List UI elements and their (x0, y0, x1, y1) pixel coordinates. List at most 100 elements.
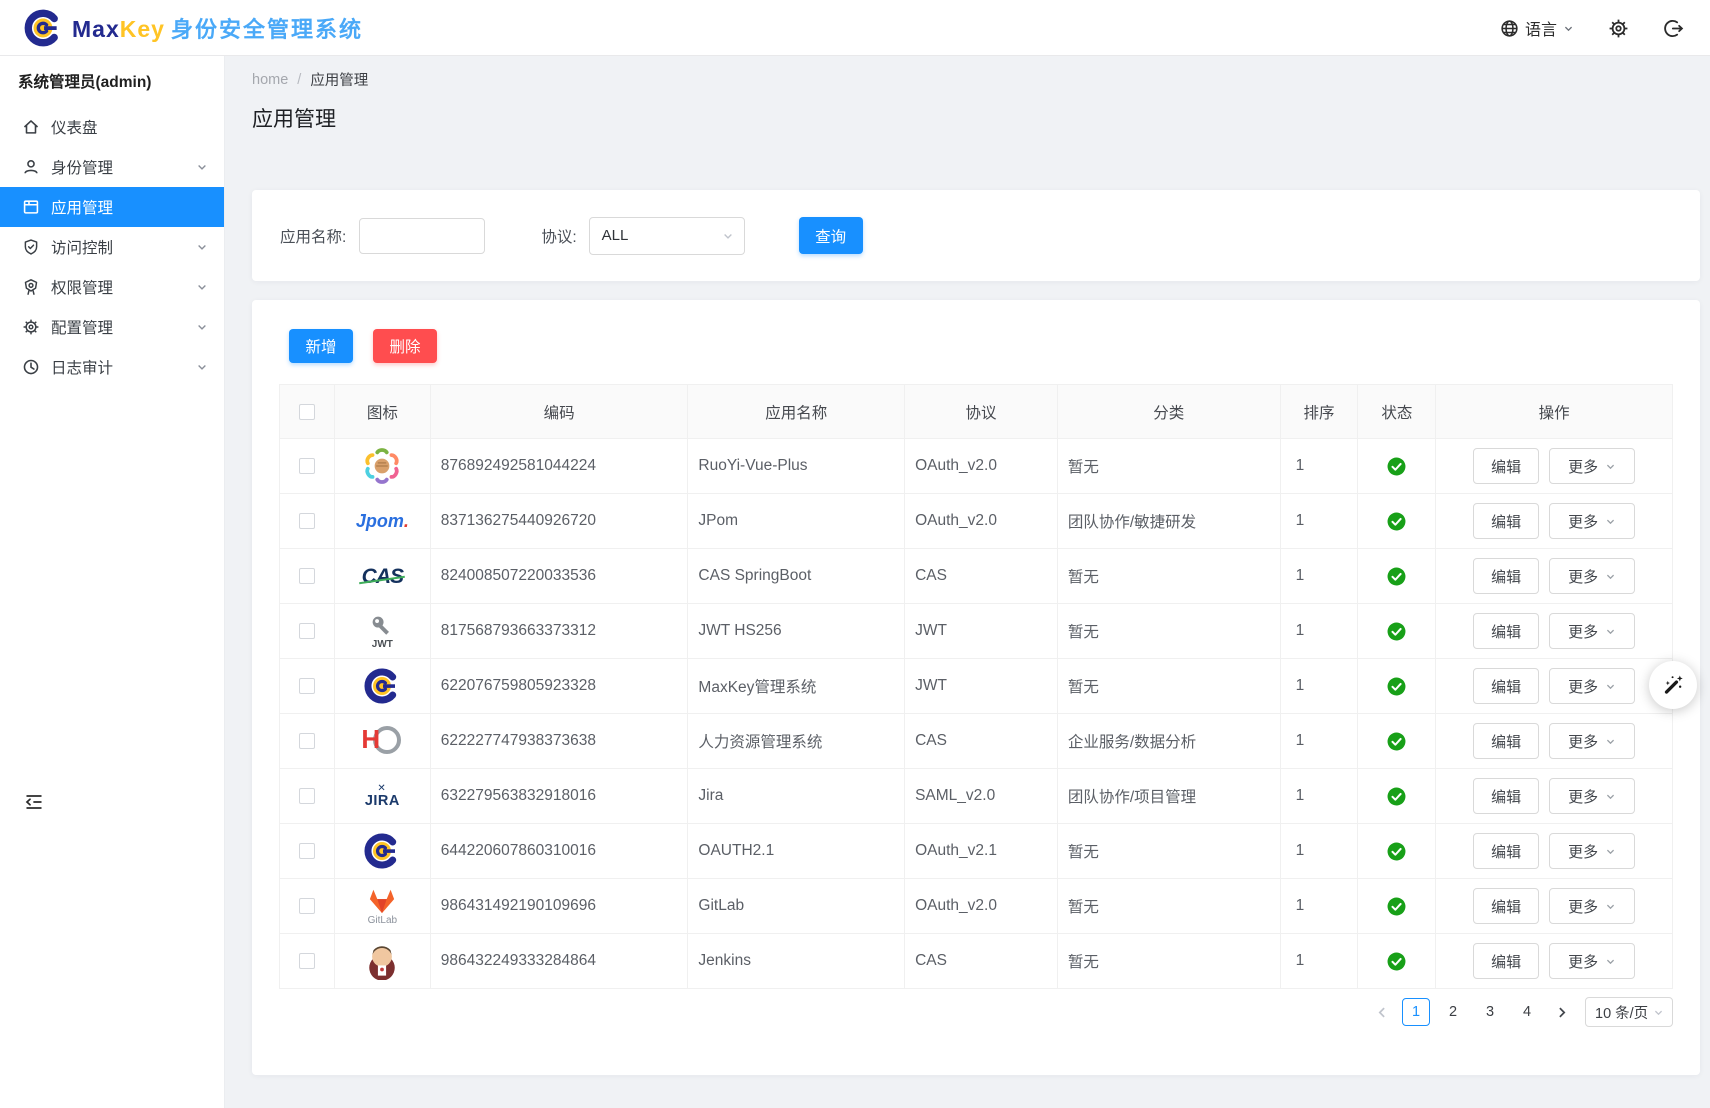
col-header-sort: 排序 (1281, 385, 1359, 438)
col-header-action: 操作 (1436, 385, 1672, 438)
app-name: JPom (688, 494, 905, 548)
page-button-2[interactable]: 2 (1439, 998, 1467, 1026)
edit-button[interactable]: 编辑 (1473, 888, 1539, 924)
chevron-down-icon (196, 361, 208, 373)
edit-button[interactable]: 编辑 (1473, 448, 1539, 484)
row-checkbox[interactable] (299, 623, 315, 639)
row-checkbox[interactable] (299, 513, 315, 529)
page-size-value: 10 条/页 (1595, 1002, 1648, 1023)
jwt-icon: JWT (369, 613, 395, 650)
medal-icon (22, 278, 40, 296)
app-category: 团队协作/敏捷研发 (1058, 494, 1281, 548)
row-checkbox[interactable] (299, 458, 315, 474)
more-button[interactable]: 更多 (1549, 503, 1635, 539)
breadcrumb-home-link[interactable]: home (252, 72, 288, 88)
app-category: 团队协作/项目管理 (1058, 769, 1281, 823)
logout-button[interactable] (1663, 18, 1684, 39)
chevron-down-icon (1605, 571, 1616, 582)
page-button-4[interactable]: 4 (1513, 998, 1541, 1026)
more-button[interactable]: 更多 (1549, 833, 1635, 869)
add-button[interactable]: 新增 (289, 329, 353, 363)
app-sort: 1 (1281, 879, 1359, 933)
edit-button[interactable]: 编辑 (1473, 668, 1539, 704)
page-button-3[interactable]: 3 (1476, 998, 1504, 1026)
select-all-checkbox[interactable] (299, 404, 315, 420)
chevron-down-icon (196, 281, 208, 293)
more-button[interactable]: 更多 (1549, 943, 1635, 979)
cas-icon: CAS (362, 566, 403, 587)
page-size-select[interactable]: 10 条/页 (1585, 997, 1673, 1027)
sidebar-item-dashboard[interactable]: 仪表盘 (0, 107, 224, 147)
row-checkbox[interactable] (299, 568, 315, 584)
sidebar-item-audit-log[interactable]: 日志审计 (0, 347, 224, 387)
ruoyi-icon (361, 445, 403, 487)
more-button[interactable]: 更多 (1549, 723, 1635, 759)
app-id: 986431492190109696 (431, 879, 689, 933)
row-checkbox[interactable] (299, 733, 315, 749)
chevron-down-icon (196, 161, 208, 173)
row-checkbox[interactable] (299, 953, 315, 969)
search-button[interactable]: 查询 (799, 217, 863, 254)
delete-button[interactable]: 删除 (373, 329, 437, 363)
chevron-down-icon (1605, 791, 1616, 802)
applications-table: 图标 编码 应用名称 协议 分类 排序 状态 操作 (279, 384, 1673, 989)
protocol-select[interactable]: ALL (589, 217, 745, 255)
sidebar-item-applications[interactable]: 应用管理 (0, 187, 224, 227)
app-category: 企业服务/数据分析 (1058, 714, 1281, 768)
app-sort: 1 (1281, 494, 1359, 548)
status-enabled-icon (1387, 732, 1406, 751)
sidebar-item-configuration[interactable]: 配置管理 (0, 307, 224, 347)
chevron-down-icon (1605, 901, 1616, 912)
sidebar-item-label: 仪表盘 (51, 116, 98, 138)
row-checkbox[interactable] (299, 678, 315, 694)
app-name: MaxKey管理系统 (688, 659, 905, 713)
app-name-input[interactable] (359, 218, 485, 254)
col-header-name: 应用名称 (688, 385, 905, 438)
status-enabled-icon (1387, 677, 1406, 696)
more-button[interactable]: 更多 (1549, 778, 1635, 814)
edit-button[interactable]: 编辑 (1473, 558, 1539, 594)
app-header: MaxKey身份安全管理系统 语言 (0, 0, 1710, 56)
app-id: 817568793663373312 (431, 604, 689, 658)
next-page-button[interactable] (1550, 998, 1572, 1026)
more-button[interactable]: 更多 (1549, 888, 1635, 924)
table-row: 622076759805923328 MaxKey管理系统 JWT 暂无 1 编… (280, 659, 1672, 714)
brand-name-max: Max (72, 16, 120, 42)
row-checkbox[interactable] (299, 788, 315, 804)
app-sort: 1 (1281, 769, 1359, 823)
col-header-category: 分类 (1058, 385, 1281, 438)
app-sort: 1 (1281, 439, 1359, 493)
language-switch[interactable]: 语言 (1500, 16, 1574, 40)
chevron-down-icon (196, 241, 208, 253)
chevron-down-icon (1563, 23, 1574, 34)
sidebar-item-permissions[interactable]: 权限管理 (0, 267, 224, 307)
breadcrumb-current: 应用管理 (310, 69, 368, 90)
sidebar-item-identity[interactable]: 身份管理 (0, 147, 224, 187)
chevron-down-icon (1605, 516, 1616, 527)
edit-button[interactable]: 编辑 (1473, 778, 1539, 814)
row-checkbox[interactable] (299, 898, 315, 914)
page-button-1[interactable]: 1 (1402, 998, 1430, 1026)
app-sort: 1 (1281, 714, 1359, 768)
prev-page-button[interactable] (1371, 998, 1393, 1026)
more-button[interactable]: 更多 (1549, 613, 1635, 649)
settings-button[interactable] (1608, 18, 1629, 39)
edit-button[interactable]: 编辑 (1473, 833, 1539, 869)
more-button[interactable]: 更多 (1549, 558, 1635, 594)
sidebar-collapse-button[interactable] (24, 792, 44, 812)
edit-button[interactable]: 编辑 (1473, 723, 1539, 759)
row-checkbox[interactable] (299, 843, 315, 859)
more-button[interactable]: 更多 (1549, 668, 1635, 704)
edit-button[interactable]: 编辑 (1473, 943, 1539, 979)
maxkey-icon (362, 831, 402, 871)
app-name: 人力资源管理系统 (688, 714, 905, 768)
edit-button[interactable]: 编辑 (1473, 503, 1539, 539)
chevron-down-icon (722, 230, 734, 242)
app-protocol: OAuth_v2.0 (905, 439, 1058, 493)
app-name-label: 应用名称: (280, 225, 346, 247)
chevron-down-icon (1605, 461, 1616, 472)
sidebar-item-access-control[interactable]: 访问控制 (0, 227, 224, 267)
more-button[interactable]: 更多 (1549, 448, 1635, 484)
floating-tool-button[interactable] (1649, 661, 1697, 709)
edit-button[interactable]: 编辑 (1473, 613, 1539, 649)
